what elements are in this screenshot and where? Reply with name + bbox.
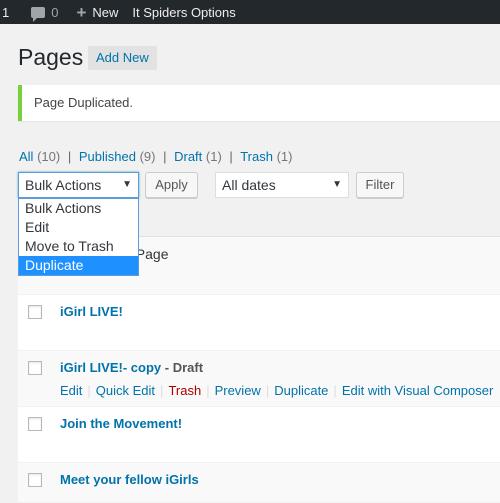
bulk-actions-value: Bulk Actions: [25, 177, 102, 193]
add-new-button[interactable]: Add New: [88, 46, 157, 70]
separator: |: [67, 149, 72, 164]
filter-draft-link[interactable]: Draft: [174, 149, 202, 164]
dropdown-option-duplicate[interactable]: Duplicate: [19, 256, 138, 275]
draft-count: (1): [205, 149, 222, 164]
row-actions: Edit | Quick Edit | Trash | Preview | Duplicate |…: [60, 383, 494, 398]
date-filter-value: All dates: [222, 177, 276, 193]
comments-count: 0: [51, 4, 59, 20]
dropdown-arrow-icon: ▼: [332, 179, 342, 190]
page-title-link[interactable]: iGirl LIVE!- copy: [60, 360, 161, 375]
dropdown-arrow-icon: ▼: [122, 179, 132, 190]
row-checkbox[interactable]: [28, 361, 42, 375]
filter-button[interactable]: Filter: [356, 172, 404, 198]
filter-published-link[interactable]: Published: [79, 149, 136, 164]
row-checkbox[interactable]: [28, 473, 42, 487]
dropdown-option-bulk-actions[interactable]: Bulk Actions: [19, 199, 138, 218]
updates-count[interactable]: 1: [2, 5, 9, 20]
published-count: (9): [139, 149, 156, 164]
table-row: Meet your fellow iGirls: [18, 463, 500, 503]
table-row: iGirl LIVE!: [18, 295, 500, 351]
bulk-actions-select[interactable]: Bulk Actions ▼: [18, 172, 139, 198]
apply-button[interactable]: Apply: [145, 172, 198, 198]
new-content-link[interactable]: + New: [76, 4, 118, 21]
dropdown-option-edit[interactable]: Edit: [19, 218, 138, 237]
edit-link[interactable]: Edit: [60, 383, 82, 398]
page-title-cell: iGirl LIVE!- copy - Draft: [60, 360, 203, 375]
post-state: - Draft: [164, 360, 204, 375]
comment-icon: [31, 6, 46, 22]
row-checkbox[interactable]: [28, 417, 42, 431]
notice-message: Page Duplicated.: [34, 95, 134, 110]
all-count: (10): [37, 149, 61, 164]
edit-with-visual-composer-link[interactable]: Edit with Visual Composer: [342, 383, 494, 398]
page-title-link[interactable]: Join the Movement!: [60, 416, 182, 431]
table-row: iGirl LIVE!- copy - Draft Edit | Quick Edi…: [18, 351, 500, 407]
status-filter-links: All (10) | Published (9) | Draft (1) | T…: [19, 149, 292, 164]
filter-trash-link[interactable]: Trash: [240, 149, 273, 164]
new-label: New: [92, 4, 119, 20]
success-notice: Page Duplicated.: [18, 85, 500, 121]
quick-edit-link[interactable]: Quick Edit: [96, 383, 155, 398]
trash-link[interactable]: Trash: [168, 383, 201, 398]
page-title-link[interactable]: iGirl LIVE!: [60, 304, 123, 319]
preview-link[interactable]: Preview: [215, 383, 261, 398]
comments-link[interactable]: 0: [31, 4, 59, 22]
row-checkbox[interactable]: [28, 305, 42, 319]
trash-count: (1): [276, 149, 293, 164]
dropdown-option-move-to-trash[interactable]: Move to Trash: [19, 237, 138, 256]
plugin-options-link[interactable]: It Spiders Options: [132, 5, 235, 20]
duplicate-link[interactable]: Duplicate: [274, 383, 328, 398]
separator: |: [163, 149, 167, 164]
table-row: Join the Movement!: [18, 407, 500, 463]
page-title: Pages: [18, 44, 84, 70]
plus-icon: +: [76, 2, 87, 22]
page-title-link[interactable]: Meet your fellow iGirls: [60, 472, 199, 487]
filter-all-link[interactable]: All: [19, 149, 33, 164]
bulk-actions-dropdown-list: Bulk Actions Edit Move to Trash Duplicat…: [18, 198, 139, 276]
separator: |: [229, 149, 233, 164]
date-filter-select[interactable]: All dates ▼: [215, 172, 349, 198]
admin-bar: 1 0 + New It Spiders Options: [0, 0, 500, 24]
